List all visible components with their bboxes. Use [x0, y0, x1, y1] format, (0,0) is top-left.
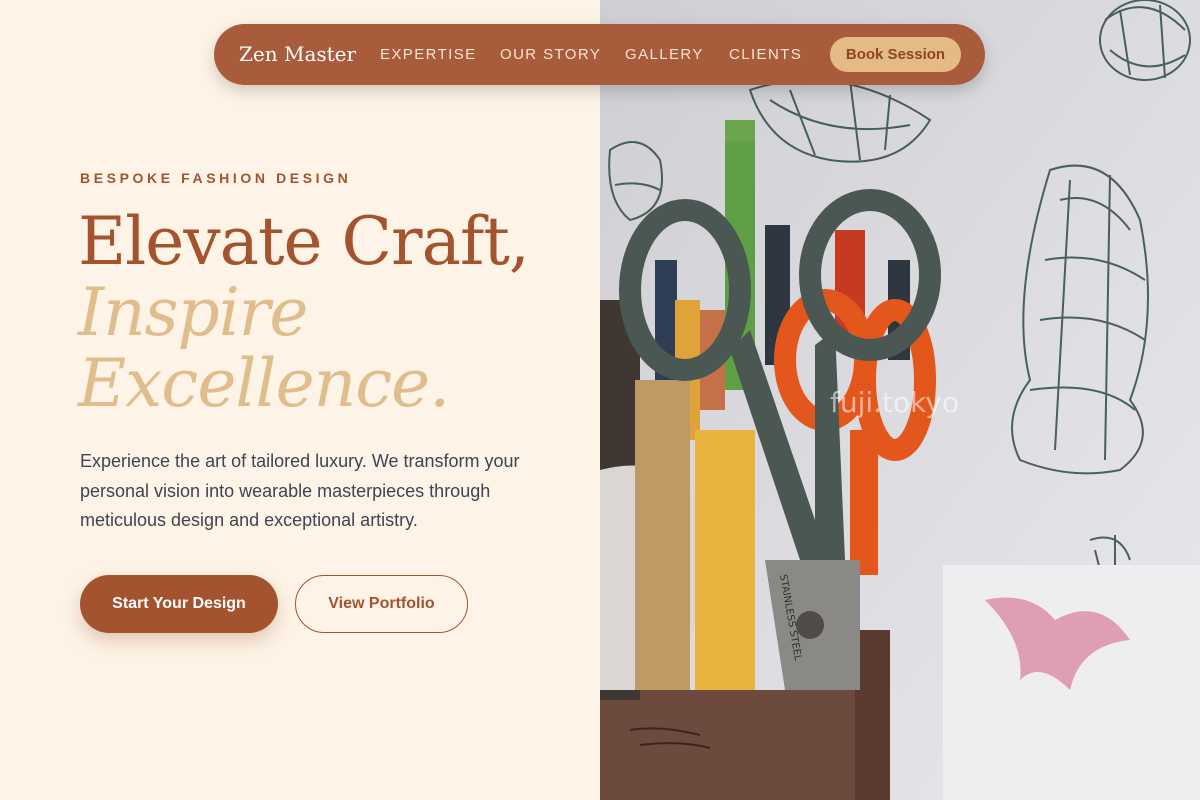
- photo-watermark: fuji.tokyo: [830, 386, 960, 419]
- brand-logo[interactable]: Zen Master: [239, 42, 356, 66]
- headline-line-1: Elevate Craft,: [78, 203, 530, 280]
- hero-photo: STAINLESS STEEL fuji.tokyo: [600, 0, 1200, 800]
- main-navigation: Zen Master EXPERTISE OUR STORY GALLERY C…: [214, 24, 985, 85]
- nav-link-expertise[interactable]: EXPERTISE: [380, 46, 477, 63]
- headline-line-2: Inspire: [78, 274, 308, 351]
- start-design-button[interactable]: Start Your Design: [80, 575, 278, 633]
- hero-description: Experience the art of tailored luxury. W…: [80, 451, 520, 530]
- headline-line-3: Excellence.: [78, 345, 450, 422]
- hero-eyebrow: BESPOKE FASHION DESIGN: [80, 170, 352, 186]
- view-portfolio-button[interactable]: View Portfolio: [295, 575, 468, 633]
- nav-link-clients[interactable]: CLIENTS: [729, 46, 802, 63]
- nav-link-gallery[interactable]: GALLERY: [625, 46, 704, 63]
- nav-link-our-story[interactable]: OUR STORY: [500, 46, 601, 63]
- hero-headline: Elevate Craft, Inspire Excellence.: [78, 203, 530, 422]
- hero-section: BESPOKE FASHION DESIGN Elevate Craft, In…: [0, 0, 600, 800]
- book-session-button[interactable]: Book Session: [830, 37, 961, 72]
